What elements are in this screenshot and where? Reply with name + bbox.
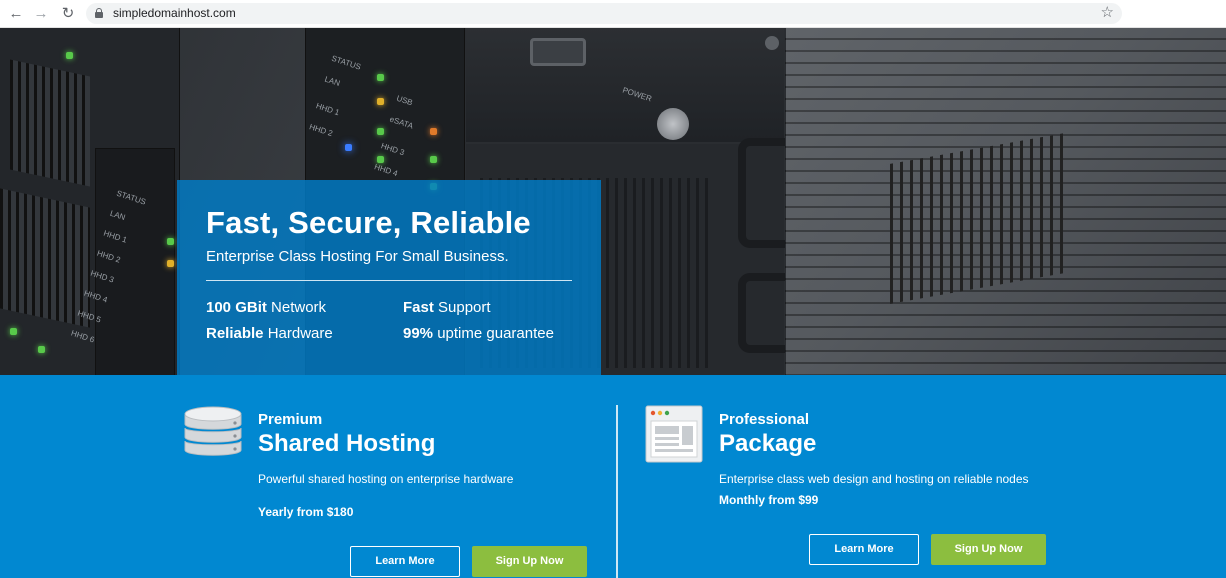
- sign-up-button[interactable]: Sign Up Now: [931, 534, 1046, 565]
- feature-text: Network: [266, 299, 327, 316]
- plan-description: Enterprise class web design and hosting …: [719, 472, 1029, 486]
- plan-kicker: Professional: [719, 411, 810, 428]
- arrow-left-icon[interactable]: ←: [6, 4, 26, 24]
- plans-section: Premium Shared Hosting Powerful shared h…: [0, 375, 1226, 578]
- learn-more-button[interactable]: Learn More: [809, 534, 919, 565]
- hero-banner: STATUS LAN HHD 1 HHD 2 HHD 3 HHD 4 HHD 5…: [0, 28, 1226, 375]
- status-led: [345, 144, 352, 151]
- status-led: [167, 238, 174, 245]
- hero-info-box: Fast, Secure, Reliable Enterprise Class …: [177, 180, 601, 375]
- status-led: [10, 328, 17, 335]
- serial-port: [530, 38, 586, 66]
- plan-name: Shared Hosting: [258, 430, 436, 457]
- feature-support: Fast Support: [403, 299, 491, 316]
- hero-divider: [206, 280, 572, 281]
- feature-text: uptime guarantee: [433, 325, 554, 342]
- sign-up-button[interactable]: Sign Up Now: [472, 546, 587, 577]
- status-led: [377, 98, 384, 105]
- address-bar[interactable]: simpledomainhost.com ☆: [86, 3, 1122, 24]
- power-button: [657, 108, 689, 140]
- url-text[interactable]: simpledomainhost.com: [113, 5, 236, 22]
- status-led: [167, 260, 174, 267]
- arrow-right-icon[interactable]: →: [31, 4, 51, 24]
- feature-bold: 100 GBit: [206, 299, 267, 316]
- browser-toolbar: ← → ↻ simpledomainhost.com ☆: [0, 0, 1226, 28]
- browser-window-icon: [645, 405, 703, 463]
- vent-grille: [0, 188, 90, 328]
- screw: [765, 36, 779, 50]
- feature-hardware: Reliable Hardware: [206, 325, 333, 342]
- status-led: [38, 346, 45, 353]
- vent-grille: [10, 59, 90, 187]
- feature-uptime: 99% uptime guarantee: [403, 325, 554, 342]
- plan-kicker: Premium: [258, 411, 323, 428]
- feature-text: Support: [433, 299, 491, 316]
- feature-bold: Reliable: [206, 325, 264, 342]
- database-icon: [184, 406, 242, 456]
- reload-icon[interactable]: ↻: [58, 4, 78, 24]
- plan-name: Package: [719, 430, 817, 457]
- section-divider: [616, 405, 618, 578]
- status-led: [430, 128, 437, 135]
- hero-subtitle: Enterprise Class Hosting For Small Busin…: [206, 248, 509, 265]
- hero-title: Fast, Secure, Reliable: [206, 205, 531, 240]
- feature-network: 100 GBit Network: [206, 299, 326, 316]
- status-led: [377, 156, 384, 163]
- plan-price: Monthly from $99: [719, 493, 819, 507]
- feature-bold: Fast: [403, 299, 434, 316]
- status-led: [377, 74, 384, 81]
- feature-text: Hardware: [263, 325, 333, 342]
- status-led: [66, 52, 73, 59]
- plan-description: Powerful shared hosting on enterprise ha…: [258, 472, 514, 486]
- learn-more-button[interactable]: Learn More: [350, 546, 460, 577]
- plan-price: Yearly from $180: [258, 505, 354, 519]
- status-led: [430, 156, 437, 163]
- lock-icon: [95, 8, 103, 18]
- star-icon[interactable]: ☆: [1101, 4, 1114, 22]
- feature-bold: 99%: [403, 325, 434, 342]
- status-led: [377, 128, 384, 135]
